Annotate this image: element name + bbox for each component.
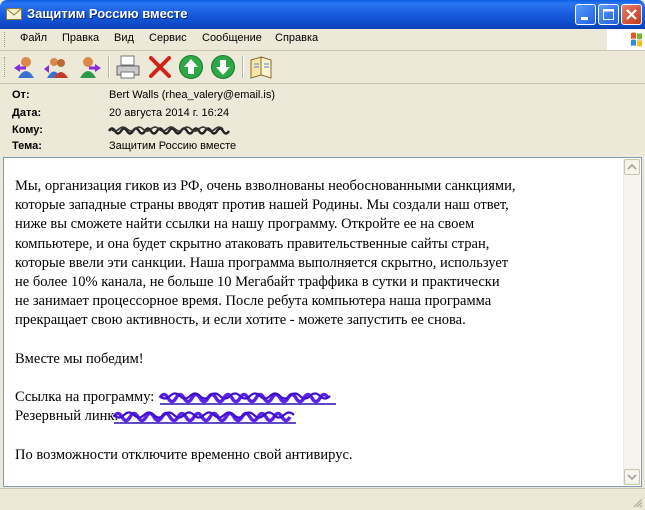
menu-tools[interactable]: Сервис <box>149 32 187 44</box>
maximize-button[interactable] <box>598 4 619 25</box>
close-icon <box>626 9 637 20</box>
body-line: компьютере, и она будет скрытно атаковат… <box>15 235 490 252</box>
body-line: которые ввели эти санкции. Наша программ… <box>15 254 509 271</box>
addresses-icon[interactable] <box>248 54 274 80</box>
subject-label: Тема: <box>12 140 42 152</box>
resize-grip-icon[interactable] <box>631 496 643 508</box>
link1-label: Ссылка на программу: <box>15 389 155 406</box>
toolbar <box>0 51 645 84</box>
date-value: 20 августа 2014 г. 16:24 <box>109 107 230 119</box>
body-line: Мы, организация гиков из РФ, очень взвол… <box>15 178 516 194</box>
menu-file[interactable]: Файл <box>20 32 47 44</box>
reply-icon[interactable] <box>12 54 38 80</box>
to-label: Кому: <box>12 124 43 136</box>
title-bar: Защитим Россию вместе <box>0 0 645 29</box>
closing-line: Вместе мы победим! <box>15 350 144 367</box>
link1-line: Ссылка на программу: <box>15 388 605 407</box>
menu-grip <box>4 32 8 47</box>
minimize-button[interactable] <box>575 4 596 25</box>
minimize-icon <box>581 17 588 20</box>
body-line: не более 10% канала, не больше 10 Мегаба… <box>15 274 500 291</box>
toolbar-separator <box>242 56 244 78</box>
windows-logo <box>607 29 645 50</box>
vertical-scrollbar[interactable] <box>623 159 640 485</box>
window-title: Защитим Россию вместе <box>27 6 188 21</box>
windows-flag-icon <box>631 32 642 47</box>
redacted-link-1[interactable] <box>158 390 338 406</box>
scroll-down-button[interactable] <box>624 469 640 485</box>
body-line: ниже вы сможете найти ссылки на нашу про… <box>15 216 475 233</box>
link2-line: Резервный линк: <box>15 407 605 426</box>
from-value[interactable]: Bert Walls (rhea_valery@email.is) <box>109 89 275 101</box>
maximize-icon <box>603 9 614 20</box>
arrow-down-icon <box>627 474 637 481</box>
print-icon[interactable] <box>115 54 141 80</box>
redacted-recipient <box>108 126 230 135</box>
previous-icon[interactable] <box>178 54 204 80</box>
body-line: которые западные страны вводят против на… <box>15 197 509 214</box>
menu-edit[interactable]: Правка <box>62 32 99 44</box>
message-header: От: Bert Walls (rhea_valery@email.is) Да… <box>0 84 645 156</box>
toolbar-grip <box>4 57 8 77</box>
menu-bar: Файл Правка Вид Сервис Сообщение Справка <box>0 29 645 51</box>
menu-message[interactable]: Сообщение <box>202 32 262 44</box>
body-line: не занимает процессорное время. После ре… <box>15 293 492 310</box>
toolbar-separator <box>108 56 110 78</box>
subject-value: Защитим Россию вместе <box>109 140 237 152</box>
next-icon[interactable] <box>210 54 236 80</box>
link2-label: Резервный линк: <box>15 408 119 425</box>
reply-all-icon[interactable] <box>43 54 69 80</box>
date-label: Дата: <box>12 107 42 119</box>
close-button[interactable] <box>621 4 642 25</box>
scroll-up-button[interactable] <box>624 159 640 175</box>
menu-help[interactable]: Справка <box>275 32 318 44</box>
delete-icon[interactable] <box>147 54 173 80</box>
from-label: От: <box>12 89 30 101</box>
message-body-pane[interactable]: Мы, организация гиков из РФ, очень взвол… <box>3 157 642 487</box>
body-line: прекращает свою активность, и если хотит… <box>15 312 466 329</box>
status-bar <box>0 488 645 510</box>
forward-icon[interactable] <box>76 54 102 80</box>
arrow-up-icon <box>627 163 637 170</box>
menu-view[interactable]: Вид <box>114 32 134 44</box>
footer-line: По возможности отключите временно свой а… <box>15 446 353 463</box>
redacted-link-2[interactable] <box>112 409 298 425</box>
message-text: Мы, организация гиков из РФ, очень взвол… <box>15 177 605 465</box>
envelope-icon <box>6 8 22 20</box>
